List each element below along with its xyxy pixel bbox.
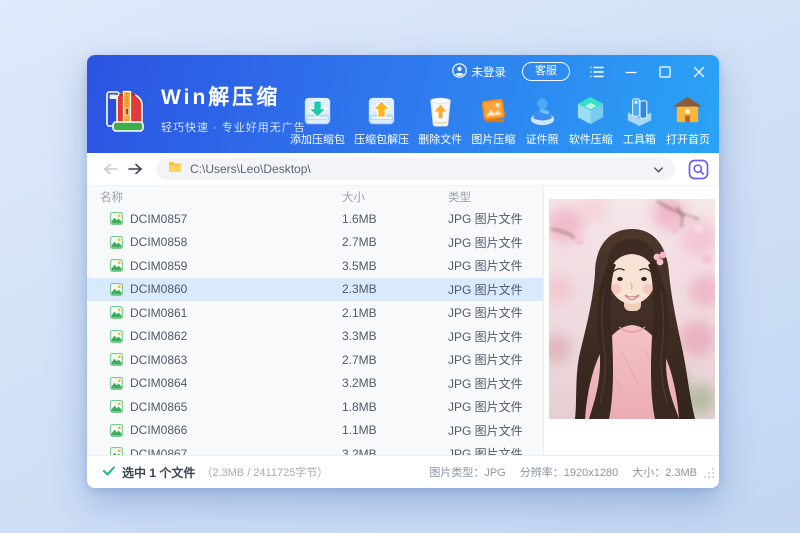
table-row[interactable]: DCIM0867 3.2MB JPG 图片文件 [87,442,543,455]
image-file-icon [110,236,123,249]
table-row[interactable]: DCIM0859 3.5MB JPG 图片文件 [87,254,543,278]
image-file-icon [110,353,123,366]
file-list-header: 名称 大小 类型 [87,186,543,207]
extract-archive-icon [364,93,399,128]
id-photo-icon [525,93,560,128]
image-info-item: 大小：2.3MB [632,464,697,480]
maximize-button[interactable] [658,65,672,79]
image-file-icon [110,283,123,296]
column-header-name[interactable]: 名称 [100,189,342,205]
image-file-icon [110,400,123,413]
table-row[interactable]: DCIM0857 1.6MB JPG 图片文件 [87,207,543,231]
table-row[interactable]: DCIM0861 2.1MB JPG 图片文件 [87,301,543,325]
app-window: 未登录 客服 [87,55,719,488]
table-row[interactable]: DCIM0858 2.7MB JPG 图片文件 [87,231,543,255]
toolbar-item-delete-files[interactable]: 删除文件 [418,93,462,146]
close-button[interactable] [692,65,706,79]
image-file-icon [110,377,123,390]
image-info-item: 分辨率：1920x1280 [520,464,618,480]
toolbox-icon [622,93,657,128]
toolbar-item-toolbox[interactable]: 工具箱 [622,93,657,146]
preview-image [549,199,715,419]
table-row[interactable]: DCIM0863 2.7MB JPG 图片文件 [87,348,543,372]
address-input[interactable]: C:\Users\Leo\Desktop\ [156,158,675,180]
image-info: 图片类型：JPG 分辨率：1920x1280 大小：2.3MB [429,464,697,480]
toolbar-item-image-compress[interactable]: 图片压缩 [471,93,515,146]
app-tagline: 轻巧快速 · 专业好用无广告 [161,119,306,135]
image-file-icon [110,447,123,455]
customer-service-button[interactable]: 客服 [522,62,570,81]
brand: Win解压缩 轻巧快速 · 专业好用无广告 [105,86,306,139]
delete-files-icon [423,93,458,128]
add-archive-icon [300,93,335,128]
image-file-icon [110,330,123,343]
software-compress-icon [573,93,608,128]
toolbar-item-add-archive[interactable]: 添加压缩包 [290,93,345,146]
back-button[interactable] [99,157,123,181]
image-file-icon [110,306,123,319]
selection-count: 选中 1 个文件 [122,464,195,481]
selection-detail: （2.3MB / 2411725字节） [201,464,328,480]
forward-button[interactable] [123,157,147,181]
toolbar-item-home[interactable]: 打开首页 [666,93,710,146]
image-info-item: 图片类型：JPG [429,464,505,480]
preview-pane [543,186,719,455]
table-row[interactable]: DCIM0864 3.2MB JPG 图片文件 [87,372,543,396]
toolbar-item-extract-archive[interactable]: 压缩包解压 [354,93,409,146]
file-list: 名称 大小 类型 DCIM0857 1.6MB JPG 图片文件 DCIM085… [87,186,543,455]
address-bar: C:\Users\Leo\Desktop\ [87,153,719,186]
toolbar-item-software-compress[interactable]: 软件压缩 [569,93,613,146]
home-icon [670,93,705,128]
titlebar-controls: 未登录 客服 [452,62,707,81]
minimize-button[interactable] [624,65,638,79]
image-file-icon [110,424,123,437]
image-file-icon [110,259,123,272]
main-content: 名称 大小 类型 DCIM0857 1.6MB JPG 图片文件 DCIM085… [87,186,719,455]
app-title: Win解压缩 [161,86,306,110]
chevron-down-icon[interactable] [654,160,663,178]
login-button[interactable]: 未登录 [452,63,507,81]
check-icon [103,463,115,481]
file-rows: DCIM0857 1.6MB JPG 图片文件 DCIM0858 2.7MB J… [87,207,543,455]
table-row[interactable]: DCIM0862 3.3MB JPG 图片文件 [87,325,543,349]
table-row[interactable]: DCIM0866 1.1MB JPG 图片文件 [87,419,543,443]
search-button[interactable] [686,157,710,181]
avatar-icon [452,63,467,81]
resize-grip-icon[interactable] [704,465,714,483]
toolbar-item-id-photo[interactable]: 证件照 [525,93,560,146]
toolbar: 添加压缩包 压缩包解压 删除文件 图片压缩 证件照 软件压缩 工具箱 打开首页 [290,88,710,146]
image-file-icon [110,212,123,225]
folder-icon [168,160,182,178]
image-compress-icon [476,93,511,128]
column-header-size[interactable]: 大小 [342,189,448,205]
login-label: 未登录 [472,64,507,80]
column-header-type[interactable]: 类型 [448,189,543,205]
table-row[interactable]: DCIM0865 1.8MB JPG 图片文件 [87,395,543,419]
address-path: C:\Users\Leo\Desktop\ [190,162,646,176]
table-row[interactable]: DCIM0860 2.3MB JPG 图片文件 [87,278,543,302]
status-bar: 选中 1 个文件 （2.3MB / 2411725字节） 图片类型：JPG 分辨率… [87,455,719,488]
app-header: 未登录 客服 [87,55,719,153]
app-logo-icon [105,86,149,139]
menu-list-icon[interactable] [590,65,604,79]
